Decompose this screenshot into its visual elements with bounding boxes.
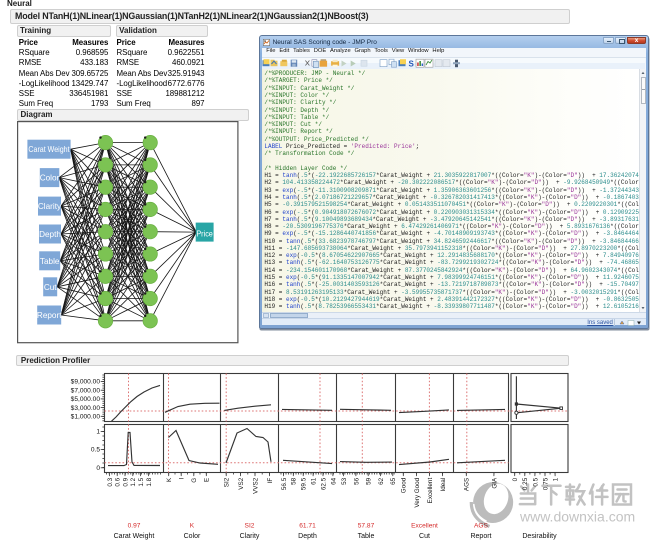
svg-text:K: K	[190, 523, 195, 530]
svg-text:$3,000.00: $3,000.00	[71, 405, 101, 412]
svg-text:62.5: 62.5	[320, 477, 327, 490]
svg-text:Carat Weight: Carat Weight	[28, 145, 70, 154]
svg-text:Cut: Cut	[44, 283, 57, 292]
svg-text:61: 61	[311, 477, 318, 485]
svg-text:$7,000.00: $7,000.00	[71, 387, 101, 394]
svg-text:Good: Good	[401, 477, 408, 493]
svg-text:I: I	[179, 478, 186, 480]
svg-text:Cut: Cut	[419, 533, 430, 540]
svg-text:Depth: Depth	[39, 230, 61, 239]
svg-text:58: 58	[291, 477, 298, 485]
svg-text:65: 65	[390, 477, 397, 485]
svg-text:Excellent: Excellent	[427, 478, 434, 504]
svg-text:Clarity: Clarity	[240, 533, 260, 540]
svg-text:VS2: VS2	[238, 477, 245, 489]
svg-text:59: 59	[366, 477, 373, 485]
svg-text:$1,000.00: $1,000.00	[71, 414, 101, 421]
svg-text:Carat Weight: Carat Weight	[114, 533, 155, 540]
svg-text:Excellent: Excellent	[411, 523, 438, 530]
svg-text:Depth: Depth	[298, 533, 317, 540]
svg-text:Color: Color	[184, 533, 201, 540]
svg-text:Table: Table	[358, 533, 375, 540]
svg-text:61.71: 61.71	[299, 523, 316, 530]
svg-text:SI2: SI2	[245, 523, 255, 530]
svg-text:1.8: 1.8	[146, 477, 153, 486]
svg-text:SI2: SI2	[224, 477, 231, 487]
svg-text:Report: Report	[37, 311, 62, 320]
svg-text:VVS2: VVS2	[252, 477, 259, 494]
svg-text:56.5: 56.5	[281, 477, 288, 490]
svg-text:64: 64	[330, 477, 337, 485]
svg-text:53: 53	[341, 477, 348, 485]
svg-text:1.5: 1.5	[138, 477, 145, 486]
svg-text:56: 56	[353, 477, 360, 485]
svg-text:62: 62	[378, 477, 385, 485]
svg-text:0: 0	[96, 465, 100, 472]
svg-text:$5,000.00: $5,000.00	[71, 396, 101, 403]
svg-text:0.97: 0.97	[128, 523, 141, 530]
svg-text:E: E	[204, 478, 211, 482]
svg-text:0.9: 0.9	[122, 477, 129, 486]
svg-text:0.3: 0.3	[107, 477, 114, 486]
svg-text:0.6: 0.6	[115, 477, 122, 486]
svg-text:1: 1	[96, 429, 100, 436]
svg-text:Ideal: Ideal	[440, 478, 447, 492]
svg-text:0.5: 0.5	[91, 447, 100, 454]
svg-text:Table: Table	[40, 257, 60, 266]
svg-text:59.5: 59.5	[301, 477, 308, 490]
svg-text:57.87: 57.87	[358, 523, 375, 530]
svg-text:Very Good: Very Good	[414, 477, 421, 507]
svg-text:Color: Color	[40, 174, 60, 183]
svg-text:$9,000.00: $9,000.00	[71, 379, 101, 386]
svg-text:IF: IF	[267, 478, 274, 484]
svg-text:Clarity: Clarity	[38, 202, 62, 211]
svg-text:G: G	[191, 478, 198, 483]
svg-text:Price: Price	[196, 230, 213, 239]
svg-text:S: S	[409, 59, 415, 68]
svg-text:1.2: 1.2	[130, 477, 137, 486]
svg-text:www.downxia.com: www.downxia.com	[519, 509, 635, 525]
svg-text:K: K	[166, 477, 173, 482]
